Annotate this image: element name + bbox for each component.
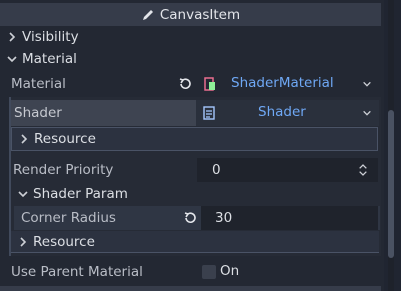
next-section-header[interactable] — [0, 286, 381, 291]
param-resource-label: Resource — [33, 233, 95, 250]
use-parent-material-label: Use Parent Material — [11, 264, 143, 280]
dropdown-arrow-icon[interactable] — [362, 79, 372, 89]
inspector-panel: CanvasItem Visibility Material Material … — [0, 0, 384, 291]
render-priority-label: Render Priority — [13, 162, 114, 178]
use-parent-material-value[interactable]: On — [220, 263, 239, 279]
shader-value[interactable]: Shader — [258, 104, 306, 120]
revert-icon[interactable] — [183, 211, 197, 225]
pencil-icon — [142, 9, 153, 20]
visibility-category[interactable]: Visibility — [0, 26, 381, 48]
section-title: CanvasItem — [159, 6, 241, 23]
param-resource-category[interactable]: Resource — [11, 231, 379, 253]
corner-radius-value[interactable]: 30 — [215, 210, 232, 226]
dropdown-arrow-icon[interactable] — [362, 108, 372, 118]
material-category-label: Material — [22, 51, 77, 67]
shader-resource-label: Resource — [34, 131, 96, 147]
material-label: Material — [11, 76, 66, 92]
use-parent-material-row: Use Parent Material On — [0, 260, 384, 284]
revert-icon[interactable] — [178, 77, 192, 91]
chevron-right-icon — [21, 134, 28, 144]
shader-file-icon — [203, 106, 215, 120]
visibility-label: Visibility — [22, 29, 79, 45]
shader-property-row: Shader Shader — [11, 100, 381, 126]
shader-param-category[interactable]: Shader Param — [11, 182, 381, 205]
chevron-down-icon — [18, 190, 28, 197]
chevron-right-icon — [20, 236, 27, 247]
shader-resource-category[interactable]: Resource — [11, 127, 378, 151]
chevron-down-icon — [7, 56, 17, 63]
material-value[interactable]: ShaderMaterial — [231, 75, 334, 91]
corner-radius-label: Corner Radius — [21, 210, 116, 226]
render-priority-spinbox[interactable] — [197, 158, 378, 182]
canvasitem-section-header[interactable]: CanvasItem — [0, 3, 381, 26]
render-priority-value[interactable]: 0 — [212, 162, 221, 178]
material-property-row: Material ShaderMaterial — [0, 72, 384, 96]
corner-radius-row: Corner Radius 30 — [14, 206, 380, 230]
use-parent-material-checkbox[interactable] — [202, 265, 216, 279]
shader-param-label: Shader Param — [33, 185, 128, 202]
material-category[interactable]: Material — [0, 48, 381, 70]
render-priority-row: Render Priority 0 — [0, 158, 384, 182]
shader-material-icon — [204, 77, 215, 91]
shader-label: Shader — [14, 105, 62, 121]
spin-arrows-icon[interactable] — [358, 162, 368, 178]
scrollbar-thumb[interactable] — [388, 110, 394, 258]
chevron-right-icon — [9, 32, 16, 42]
